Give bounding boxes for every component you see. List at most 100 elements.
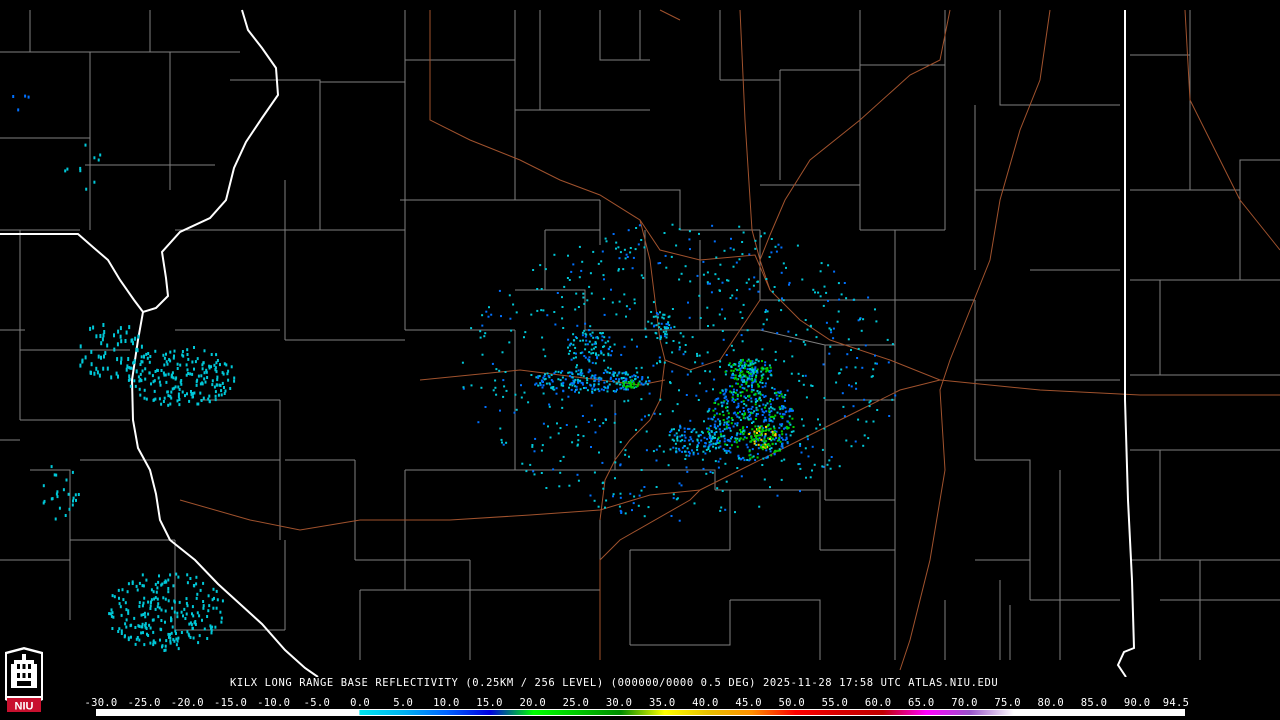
echo-pixel xyxy=(759,434,762,437)
echo-pixel xyxy=(65,478,68,482)
echo-pixel xyxy=(636,345,638,348)
echo-pixel xyxy=(768,256,771,258)
echo-pixel xyxy=(702,450,705,453)
echo-pixel xyxy=(726,423,728,425)
echo-pixel xyxy=(760,379,763,382)
echo-pixel xyxy=(829,467,832,470)
echo-pixel xyxy=(157,602,160,606)
echo-pixel xyxy=(748,459,751,462)
echo-pixel xyxy=(505,389,508,392)
echo-pixel xyxy=(119,334,122,339)
echo-pixel xyxy=(566,277,569,279)
echo-pixel xyxy=(559,460,562,462)
echo-pixel xyxy=(755,398,757,400)
echo-pixel xyxy=(717,403,720,406)
echo-pixel xyxy=(152,590,155,594)
echo-pixel xyxy=(736,415,739,418)
echo-pixel xyxy=(733,411,736,414)
echo-pixel xyxy=(845,297,848,300)
echo-pixel xyxy=(688,443,691,446)
echo-pixel xyxy=(768,364,771,367)
echo-pixel xyxy=(103,330,106,334)
echo-pixel xyxy=(665,341,668,344)
echo-pixel xyxy=(783,360,786,363)
echo-pixel xyxy=(800,451,803,454)
echo-pixel xyxy=(756,413,759,415)
echo-pixel xyxy=(79,363,82,368)
echo-pixel xyxy=(508,341,511,344)
echo-pixel xyxy=(602,372,605,374)
echo-pixel xyxy=(724,508,727,511)
echo-pixel xyxy=(710,443,713,446)
echo-pixel xyxy=(782,413,785,416)
echo-pixel xyxy=(602,389,605,392)
echo-pixel xyxy=(160,369,163,372)
echo-pixel xyxy=(167,587,170,590)
echo-pixel xyxy=(156,368,159,372)
echo-pixel xyxy=(726,444,729,446)
echo-pixel xyxy=(792,409,794,412)
echo-pixel xyxy=(588,356,591,359)
echo-pixel xyxy=(711,471,714,474)
echo-pixel xyxy=(703,420,705,423)
echo-pixel xyxy=(515,311,518,314)
echo-pixel xyxy=(632,256,635,259)
echo-pixel xyxy=(608,383,611,386)
echo-pixel xyxy=(164,373,167,377)
echo-pixel xyxy=(758,385,760,388)
echo-pixel xyxy=(749,360,752,363)
echo-pixel xyxy=(648,392,651,395)
echo-pixel xyxy=(202,361,205,365)
echo-pixel xyxy=(771,386,774,389)
echo-pixel xyxy=(657,313,660,316)
echo-pixel xyxy=(561,376,564,379)
echo-pixel xyxy=(100,341,103,346)
echo-pixel xyxy=(750,400,753,403)
echo-pixel xyxy=(614,477,616,480)
echo-pixel xyxy=(631,267,634,270)
echo-pixel xyxy=(186,353,189,356)
echo-pixel xyxy=(728,426,730,429)
echo-pixel xyxy=(663,232,666,234)
echo-pixel xyxy=(213,596,215,600)
echo-pixel xyxy=(615,382,618,385)
echo-pixel xyxy=(736,398,739,400)
echo-pixel xyxy=(629,251,632,254)
echo-pixel xyxy=(672,340,675,342)
echo-pixel xyxy=(736,445,739,448)
echo-pixel xyxy=(176,362,179,366)
echo-pixel xyxy=(704,442,707,444)
echo-pixel xyxy=(164,597,167,601)
echo-pixel xyxy=(559,471,562,474)
echo-pixel xyxy=(50,465,53,469)
echo-pixel xyxy=(822,304,825,307)
echo-pixel xyxy=(776,494,779,497)
echo-pixel xyxy=(136,588,139,592)
echo-pixel xyxy=(186,630,189,634)
echo-pixel xyxy=(761,376,764,379)
echo-pixel xyxy=(722,401,725,404)
echo-pixel xyxy=(659,311,661,314)
echo-pixel xyxy=(113,333,115,338)
echo-pixel xyxy=(771,437,774,440)
echo-pixel xyxy=(647,320,650,323)
echo-pixel xyxy=(142,601,145,605)
echo-pixel xyxy=(747,411,750,414)
echo-pixel xyxy=(546,314,549,317)
echo-pixel xyxy=(740,475,743,478)
echo-pixel xyxy=(597,383,600,386)
echo-pixel xyxy=(772,425,775,428)
echo-pixel xyxy=(742,231,745,234)
echo-pixel xyxy=(725,426,728,429)
echo-pixel xyxy=(655,332,658,335)
echo-pixel xyxy=(807,455,810,458)
echo-pixel xyxy=(172,584,175,588)
echo-pixel xyxy=(143,611,146,615)
echo-pixel xyxy=(620,512,623,514)
echo-pixel xyxy=(756,456,759,459)
echo-pixel xyxy=(741,364,744,367)
echo-pixel xyxy=(823,397,826,399)
echo-pixel xyxy=(795,333,798,336)
echo-pixel xyxy=(701,458,704,461)
echo-pixel xyxy=(670,255,673,258)
